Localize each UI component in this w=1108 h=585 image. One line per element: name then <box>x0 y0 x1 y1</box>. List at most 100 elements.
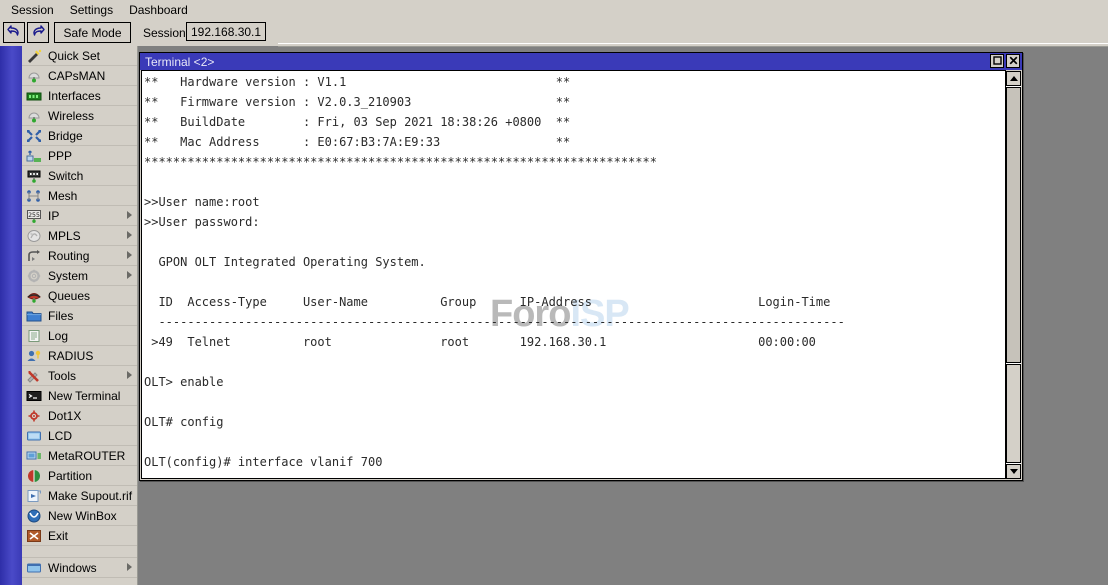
scrollbar-thumb[interactable] <box>1006 87 1021 363</box>
window-controls <box>990 54 1020 68</box>
sidebar-item-metarouter[interactable]: MetaROUTER <box>22 446 137 466</box>
sidebar-item-label: Dot1X <box>48 409 81 423</box>
terminal-line: ** Mac Address : E0:67:B3:7A:E9:33 ** <box>144 132 845 152</box>
chevron-right-icon <box>127 251 132 259</box>
sidebar-item-windows[interactable]: Windows <box>22 558 137 578</box>
scroll-up-button[interactable] <box>1006 71 1021 86</box>
terminal-line <box>144 352 845 372</box>
maximize-button[interactable] <box>990 54 1004 68</box>
winbox-icon <box>26 509 42 523</box>
sidebar-item-label: Exit <box>48 529 68 543</box>
sidebar-item-label: PPP <box>48 149 72 163</box>
sidebar-item-label: Wireless <box>48 109 94 123</box>
radius-icon <box>26 349 42 363</box>
sidebar-item-label: Make Supout.rif <box>48 489 132 503</box>
sidebar-item-label: Partition <box>48 469 92 483</box>
sidebar-item-files[interactable]: Files <box>22 306 137 326</box>
exit-icon <box>26 529 42 543</box>
mesh-icon <box>26 189 42 203</box>
sidebar-item-interfaces[interactable]: Interfaces <box>22 86 137 106</box>
sidebar-item-radius[interactable]: RADIUS <box>22 346 137 366</box>
undo-button[interactable] <box>3 22 25 43</box>
terminal-window[interactable]: Terminal <2> <box>139 52 1023 481</box>
terminal-text: ** Hardware version : V1.1 **** Firmware… <box>144 72 845 479</box>
sidebar-item-new-terminal[interactable]: New Terminal <box>22 386 137 406</box>
scrollbar-track-lower[interactable] <box>1006 364 1021 463</box>
chevron-right-icon <box>127 371 132 379</box>
svg-text:255: 255 <box>28 211 40 219</box>
sidebar-item-partition[interactable]: Partition <box>22 466 137 486</box>
sidebar-item-new-winbox[interactable]: New WinBox <box>22 506 137 526</box>
toolbar-divider <box>278 43 1108 47</box>
chevron-right-icon <box>127 211 132 219</box>
sidebar-item-log[interactable]: Log <box>22 326 137 346</box>
sidebar-item-capsman[interactable]: CAPsMAN <box>22 66 137 86</box>
sidebar-spacer <box>22 546 137 558</box>
sidebar-item-ppp[interactable]: PPP <box>22 146 137 166</box>
terminal-title-text: Terminal <2> <box>145 55 214 69</box>
supout-icon <box>26 489 42 503</box>
sidebar-item-wireless[interactable]: Wireless <box>22 106 137 126</box>
sidebar-item-lcd[interactable]: LCD <box>22 426 137 446</box>
routing-icon <box>26 249 42 263</box>
safe-mode-button[interactable]: Safe Mode <box>54 22 131 43</box>
terminal-line: >>User name:root <box>144 192 845 212</box>
menu-settings[interactable]: Settings <box>62 1 121 19</box>
close-button[interactable] <box>1006 54 1020 68</box>
terminal-line: ****************************************… <box>144 152 845 172</box>
undo-arrow-icon <box>7 25 21 41</box>
scroll-down-button[interactable] <box>1006 464 1021 479</box>
close-icon <box>1009 54 1018 68</box>
sidebar-item-mpls[interactable]: MPLS <box>22 226 137 246</box>
sidebar-item-label: Tools <box>48 369 76 383</box>
menu-session[interactable]: Session <box>3 1 62 19</box>
sidebar-item-quick-set[interactable]: Quick Set <box>22 46 137 66</box>
chevron-right-icon <box>127 231 132 239</box>
terminal-output-area[interactable]: ForoISP ** Hardware version : V1.1 **** … <box>141 70 1006 479</box>
scroll-down-icon <box>1010 469 1018 474</box>
terminal-line <box>144 472 845 479</box>
wand-icon <box>26 49 42 63</box>
redo-arrow-icon <box>31 25 45 41</box>
winbox-branding-strip: WinBox <box>0 46 22 585</box>
sidebar-item-routing[interactable]: Routing <box>22 246 137 266</box>
interfaces-icon <box>26 89 42 103</box>
sidebar-item-label: Mesh <box>48 189 77 203</box>
maximize-icon <box>993 54 1002 68</box>
sidebar-item-label: Files <box>48 309 73 323</box>
ppp-icon <box>26 149 42 163</box>
switch-icon <box>26 169 42 183</box>
terminal-line: ----------------------------------------… <box>144 312 845 332</box>
sidebar-item-switch[interactable]: Switch <box>22 166 137 186</box>
sidebar-item-exit[interactable]: Exit <box>22 526 137 546</box>
dot1x-icon <box>26 409 42 423</box>
terminal-line: OLT# config <box>144 412 845 432</box>
toolbar: Safe Mode Session: 192.168.30.1 <box>0 19 1108 46</box>
session-address-field[interactable]: 192.168.30.1 <box>186 22 266 41</box>
sidebar-item-tools[interactable]: Tools <box>22 366 137 386</box>
sidebar-item-queues[interactable]: Queues <box>22 286 137 306</box>
sidebar-item-bridge[interactable]: Bridge <box>22 126 137 146</box>
partition-icon <box>26 469 42 483</box>
terminal-icon <box>26 389 42 403</box>
sidebar-item-system[interactable]: System <box>22 266 137 286</box>
sidebar-item-make-supout-rif[interactable]: Make Supout.rif <box>22 486 137 506</box>
sidebar-item-label: CAPsMAN <box>48 69 105 83</box>
sidebar-item-ip[interactable]: 255 IP <box>22 206 137 226</box>
redo-button[interactable] <box>27 22 49 43</box>
terminal-line: GPON OLT Integrated Operating System. <box>144 252 845 272</box>
scroll-up-icon <box>1010 76 1018 81</box>
sidebar-item-dot1x[interactable]: Dot1X <box>22 406 137 426</box>
menubar: Session Settings Dashboard <box>0 0 1108 19</box>
menu-dashboard[interactable]: Dashboard <box>121 1 196 19</box>
terminal-line <box>144 172 845 192</box>
sidebar-item-label: MPLS <box>48 229 81 243</box>
terminal-scrollbar[interactable] <box>1005 71 1021 479</box>
gear-icon <box>26 269 42 283</box>
sidebar-item-label: Quick Set <box>48 49 100 63</box>
sidebar-item-mesh[interactable]: Mesh <box>22 186 137 206</box>
terminal-titlebar[interactable]: Terminal <2> <box>140 53 1022 70</box>
antenna-icon <box>26 69 42 83</box>
terminal-line <box>144 392 845 412</box>
sidebar-item-label: MetaROUTER <box>48 449 125 463</box>
